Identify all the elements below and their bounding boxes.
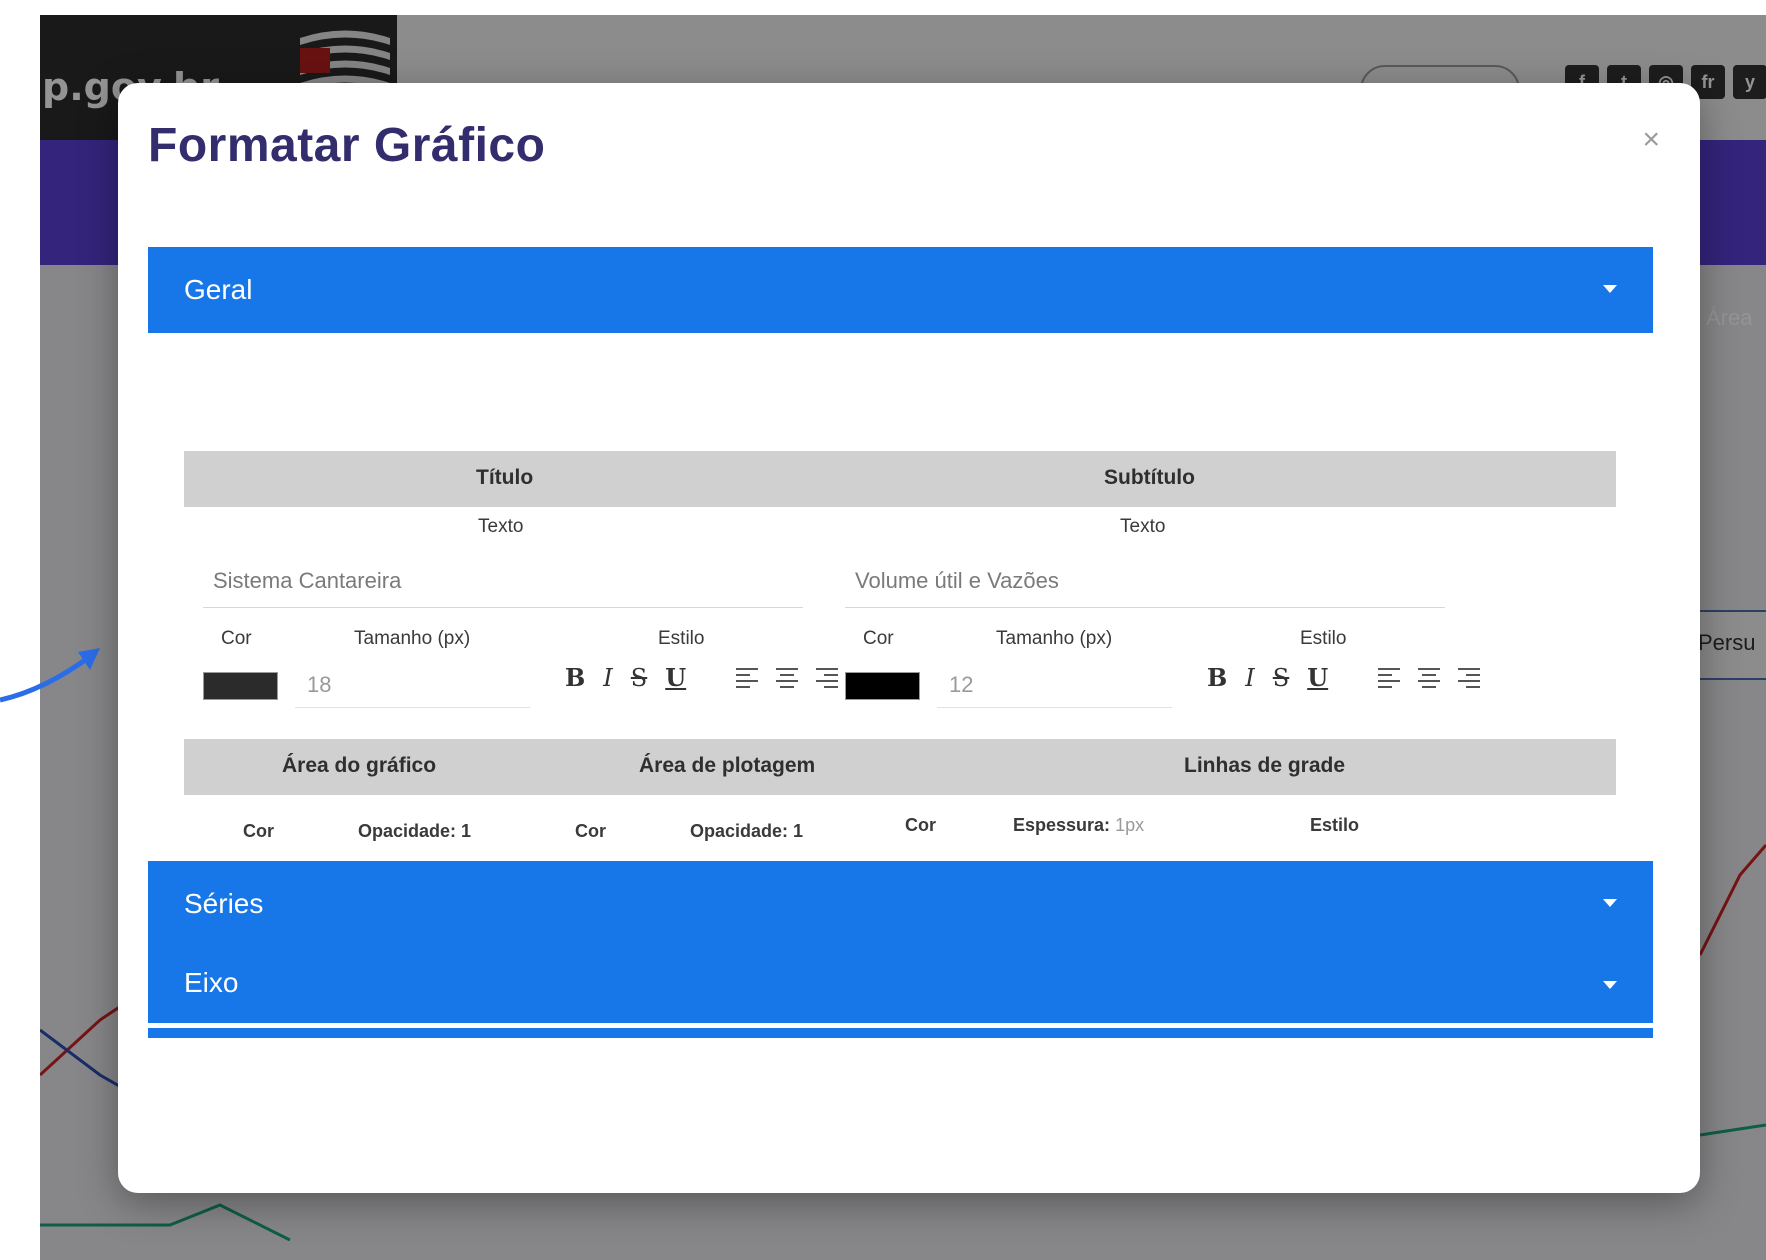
align-right-icon[interactable] [816,667,839,688]
titulo-text-input[interactable]: Sistema Cantareira [203,558,803,608]
titulo-color-swatch[interactable] [203,672,278,700]
subtitulo-header: Subtítulo [1104,466,1195,489]
accordion-eixo-header[interactable]: Eixo [148,943,1653,1023]
area-grade-header-bar: Área do gráfico Área de plotagem Linhas … [184,739,1616,795]
accordion-eixo-label: Eixo [184,967,239,998]
close-icon[interactable]: × [1642,123,1660,157]
title-subtitle-header-bar: Título Subtítulo [184,451,1616,507]
grade-cor-label: Cor [905,815,936,835]
titulo-style-toolbar: B I S U [565,663,839,692]
titulo-tamanho-label: Tamanho (px) [354,628,471,649]
accordion-series-header[interactable]: Séries [148,861,1653,947]
subtitulo-color-swatch[interactable] [845,672,920,700]
area-plotagem-header: Área de plotagem [639,754,816,777]
area-grafico-header: Área do gráfico [282,754,437,777]
subtitulo-tamanho-label: Tamanho (px) [996,628,1113,649]
italic-button[interactable]: I [1245,664,1254,692]
titulo-header: Título [476,466,534,489]
subtitulo-size-input[interactable]: 12 [937,658,1172,708]
accordion-geral-header[interactable]: Geral [148,247,1653,333]
caret-down-icon [1603,285,1617,293]
linhas-grade-header: Linhas de grade [1184,754,1346,777]
align-center-icon[interactable] [1418,667,1441,688]
subtitulo-cor-label: Cor [863,628,894,649]
modal-title: Formatar Gráfico [148,119,546,172]
align-left-icon[interactable] [1378,667,1401,688]
accordion-next-header[interactable] [148,1028,1653,1038]
underline-button[interactable]: U [1307,663,1328,692]
bold-button[interactable]: B [1207,663,1227,692]
area-grafico-opacidade-label: Opacidade: 1 [358,821,472,841]
titulo-texto-label: Texto [478,516,524,537]
area-grafico-cor-label: Cor [243,821,274,841]
grade-estilo-label: Estilo [1310,815,1360,835]
accordion-geral-body: Título Subtítulo Texto Texto Sistema Can… [148,333,1653,906]
underline-button[interactable]: U [665,663,686,692]
area-plotagem-cor-label: Cor [575,821,606,841]
accordion-series-label: Séries [184,888,264,919]
align-left-icon[interactable] [736,667,759,688]
strikethrough-button[interactable]: S [631,664,647,692]
caret-down-icon [1603,899,1617,907]
align-right-icon[interactable] [1458,667,1481,688]
accordion-geral-label: Geral [184,274,253,305]
area-plotagem-opacidade-label: Opacidade: 1 [690,821,804,841]
titulo-size-input[interactable]: 18 [295,658,530,708]
bold-button[interactable]: B [565,663,585,692]
align-center-icon[interactable] [776,667,799,688]
titulo-estilo-label: Estilo [658,628,705,649]
titulo-cor-label: Cor [221,628,252,649]
italic-button[interactable]: I [603,664,612,692]
subtitulo-estilo-label: Estilo [1300,628,1347,649]
strikethrough-button[interactable]: S [1273,664,1289,692]
subtitulo-style-toolbar: B I S U [1207,663,1481,692]
format-chart-modal: Formatar Gráfico × Geral Título Subtítul… [118,83,1700,1193]
grade-espessura-label: Espessura: 1px [1013,815,1145,835]
caret-down-icon [1603,981,1617,989]
subtitulo-text-input[interactable]: Volume útil e Vazões [845,558,1445,608]
subtitulo-texto-label: Texto [1120,516,1166,537]
